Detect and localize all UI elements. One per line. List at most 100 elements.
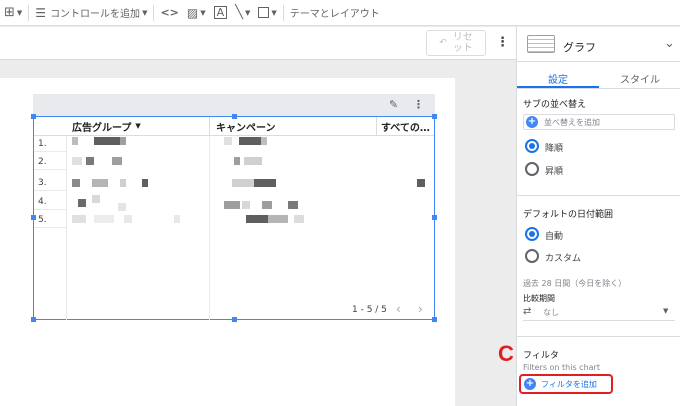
row-divider — [34, 209, 66, 210]
divider — [153, 4, 155, 21]
previous-page-icon[interactable]: ‹ — [396, 302, 401, 316]
resize-handle[interactable] — [232, 317, 237, 322]
pagination-text: 1 - 5 / 5 — [352, 305, 387, 315]
date-auto-label: 自動 — [545, 232, 564, 242]
column-label: キャンペーン — [216, 122, 276, 134]
resize-handle[interactable] — [31, 114, 36, 119]
add-filter-button[interactable]: + フィルタを追加 — [519, 374, 613, 394]
date-range-title: デフォルトの日付範囲 — [523, 210, 614, 220]
add-icon: + — [524, 378, 536, 390]
add-chart-button[interactable]: ⊞ ▼ — [4, 0, 22, 26]
divider — [517, 195, 680, 196]
line-button[interactable]: ╲ ▼ — [235, 0, 250, 26]
theme-layout-button[interactable]: テーマとレイアウト — [290, 0, 380, 26]
table-chart[interactable]: 広告グループ ▼ キャンペーン すべての… 1. 2. 3. 4. 5. 1 - — [33, 116, 435, 320]
filter-section-title: フィルタ — [523, 351, 559, 361]
embed-code-button[interactable]: <> — [160, 0, 178, 26]
divider — [517, 336, 680, 337]
chart-header-bar: ✎ ⋮ — [33, 94, 435, 116]
chevron-down-icon[interactable]: ⌄ — [664, 36, 675, 51]
date-range-hint: 過去 28 日間（今日を除く） — [523, 279, 627, 288]
resize-handle[interactable] — [432, 215, 437, 220]
resize-handle[interactable] — [31, 317, 36, 322]
redacted-cell — [246, 215, 268, 223]
redacted-cell — [239, 137, 261, 145]
theme-layout-label: テーマとレイアウト — [289, 9, 380, 20]
resize-handle[interactable] — [232, 114, 237, 119]
add-control-label: コントロールを追加 — [50, 9, 141, 20]
chevron-down-icon: ▼ — [244, 8, 251, 17]
text-button[interactable]: A — [213, 0, 228, 26]
resize-handle[interactable] — [432, 114, 437, 119]
redacted-cell — [72, 137, 78, 145]
dropdown-arrow-icon: ▼ — [663, 307, 669, 315]
redacted-cell — [94, 137, 120, 145]
text-box-icon: A — [213, 6, 228, 19]
table-chart-icon — [527, 35, 555, 53]
redacted-cell — [120, 179, 126, 187]
more-options-icon[interactable]: ⋮ — [496, 35, 509, 50]
redacted-cell — [86, 157, 94, 165]
redacted-cell — [72, 179, 80, 187]
column-header-campaign[interactable]: キャンペーン — [216, 117, 276, 135]
tab-style[interactable]: スタイル — [599, 71, 680, 86]
row-number: 5. — [38, 215, 47, 225]
row-number: 4. — [38, 197, 47, 207]
resize-handle[interactable] — [31, 215, 36, 220]
redacted-cell — [72, 157, 82, 165]
shape-button[interactable]: ▼ — [258, 0, 277, 26]
redacted-cell — [288, 201, 298, 209]
column-header-all[interactable]: すべての… — [381, 117, 430, 135]
sort-asc-radio[interactable] — [525, 162, 539, 176]
add-sort-label: 並べ替えを追加 — [544, 118, 600, 127]
next-page-icon[interactable]: › — [418, 302, 423, 316]
divider — [28, 4, 30, 21]
redacted-cell — [242, 201, 250, 209]
top-toolbar: ⊞ ▼ ☰ コントロールを追加 ▼ <> ▨ ▼ A ╲ ▼ ▼ テーマとレイアウト — [0, 0, 680, 26]
sort-desc-icon: ▼ — [135, 122, 141, 130]
redacted-cell — [254, 179, 276, 187]
column-label: 広告グループ — [72, 122, 132, 134]
sort-desc-radio[interactable] — [525, 139, 539, 153]
redacted-cell — [94, 215, 114, 223]
divider — [282, 4, 284, 21]
column-divider — [209, 117, 210, 135]
add-control-button[interactable]: ☰ コントロールを追加 ▼ — [35, 0, 147, 26]
date-custom-radio[interactable] — [525, 249, 539, 263]
row-divider — [34, 169, 66, 170]
redacted-cell — [124, 215, 132, 223]
redacted-cell — [92, 179, 108, 187]
report-action-bar: ↶ リセ ット ⋮ — [0, 27, 516, 60]
compare-period-dropdown[interactable]: ⇄ なし ▼ — [523, 305, 675, 321]
reset-button[interactable]: ↶ リセ ット — [426, 30, 486, 56]
redacted-cell — [262, 201, 272, 209]
add-sort-field[interactable]: + 並べ替えを追加 — [523, 114, 675, 130]
sort-desc-label: 降順 — [545, 144, 564, 154]
filter-subtitle: Filters on this chart — [523, 363, 600, 372]
column-divider — [376, 117, 377, 135]
add-filter-label: フィルタを追加 — [541, 380, 597, 389]
chevron-down-icon: ▼ — [271, 8, 277, 17]
edit-pencil-icon[interactable]: ✎ — [389, 98, 398, 111]
date-auto-radio[interactable] — [525, 227, 539, 241]
chart-menu-icon[interactable]: ⋮ — [413, 98, 424, 111]
row-number: 1. — [38, 139, 47, 149]
column-header-ad-group[interactable]: 広告グループ ▼ — [72, 117, 141, 135]
header-divider — [34, 135, 434, 136]
redacted-cell — [174, 215, 180, 223]
redacted-cell — [232, 179, 254, 187]
tab-setup[interactable]: 設定 — [517, 71, 599, 86]
add-icon: + — [526, 116, 538, 128]
control-icon: ☰ — [35, 5, 47, 20]
redacted-cell — [142, 179, 148, 187]
compare-icon: ⇄ — [523, 306, 532, 317]
redacted-cell — [234, 157, 240, 165]
chart-type-label[interactable]: グラフ — [563, 39, 596, 55]
chevron-down-icon: ▼ — [200, 8, 206, 17]
row-number: 2. — [38, 157, 47, 167]
row-divider — [34, 151, 66, 152]
image-button[interactable]: ▨ ▼ — [187, 0, 206, 26]
add-chart-icon: ⊞ — [4, 5, 15, 20]
resize-handle[interactable] — [432, 317, 437, 322]
redacted-cell — [92, 195, 100, 203]
